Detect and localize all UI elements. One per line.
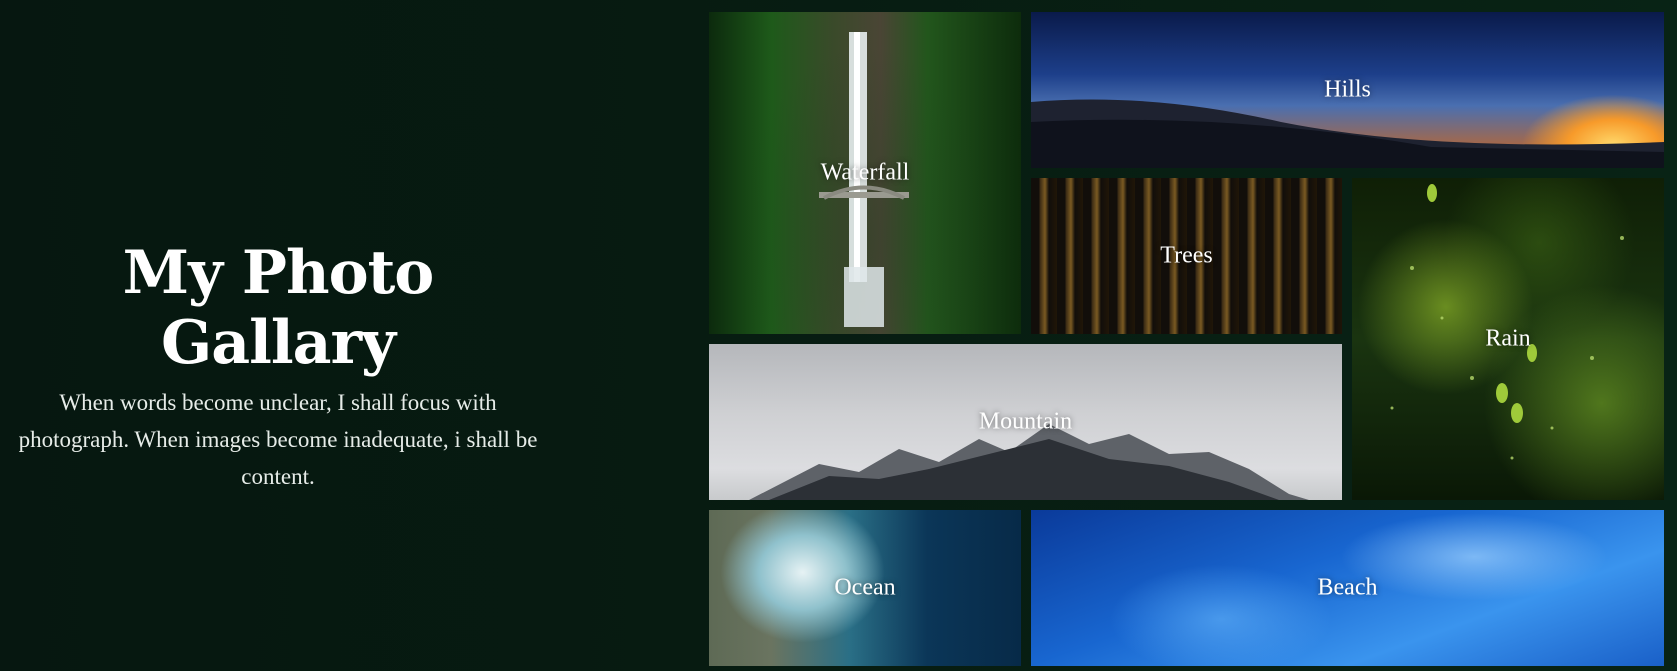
gallery-tile-trees[interactable]: Trees: [1031, 178, 1342, 334]
gallery-tile-beach[interactable]: Beach: [1031, 510, 1664, 666]
photo-grid: Waterfall Hills Trees Rain Mountain Ocea…: [0, 0, 1677, 671]
tile-label: Rain: [1485, 325, 1531, 352]
gallery-tile-hills[interactable]: Hills: [1031, 12, 1664, 168]
gallery-tile-mountain[interactable]: Mountain: [709, 344, 1342, 500]
tile-label: Trees: [1160, 242, 1213, 269]
gallery-tile-ocean[interactable]: Ocean: [709, 510, 1021, 666]
tile-label: Hills: [1324, 76, 1371, 103]
tile-label: Beach: [1317, 574, 1378, 601]
tile-label: Ocean: [834, 574, 896, 601]
page: My Photo Gallary When words become uncle…: [0, 0, 1677, 671]
gallery-tile-waterfall[interactable]: Waterfall: [709, 12, 1021, 334]
tile-label: Mountain: [978, 408, 1073, 435]
gallery-tile-rain[interactable]: Rain: [1352, 178, 1664, 500]
tile-label: Waterfall: [820, 159, 910, 186]
